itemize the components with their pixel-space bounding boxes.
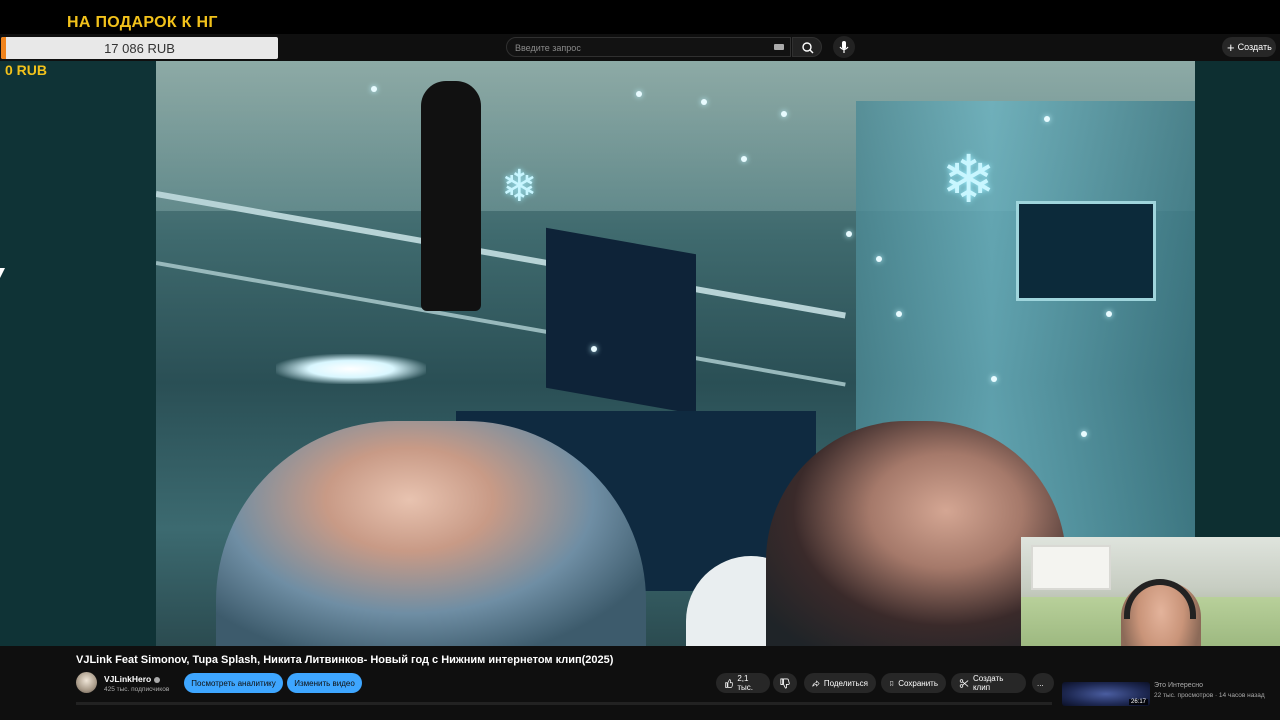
- thumbs-down-icon: [780, 678, 790, 688]
- search-box[interactable]: [506, 37, 791, 57]
- video-scene-person-balcony: [421, 81, 481, 311]
- recommended-video-duration: 26:17: [1128, 699, 1148, 705]
- donation-current-amount: 17 086 RUB: [104, 40, 175, 56]
- snow-particle: [781, 111, 787, 117]
- microphone-icon: [839, 41, 849, 53]
- side-panel-left: [0, 61, 156, 646]
- channel-avatar[interactable]: [76, 672, 97, 693]
- description-box-edge: [76, 702, 1052, 705]
- keyboard-icon[interactable]: [774, 44, 784, 50]
- recommended-video-channel[interactable]: Это Интересно: [1154, 682, 1203, 689]
- side-panel-right: [1195, 61, 1280, 537]
- more-actions-button[interactable]: ...: [1032, 673, 1054, 693]
- snow-particle: [636, 91, 642, 97]
- snow-particle: [876, 256, 882, 262]
- video-scene-window: [1016, 201, 1156, 301]
- snow-particle: [896, 311, 902, 317]
- video-scene-railing-lower: [156, 261, 846, 387]
- share-icon: [812, 679, 820, 687]
- headphones-icon: [1124, 579, 1196, 619]
- donation-goal-title: НА ПОДАРОК К НГ: [67, 14, 218, 31]
- webcam-window: [1031, 545, 1111, 590]
- mouse-cursor-icon: [0, 268, 5, 278]
- scissors-icon: [959, 678, 969, 688]
- verified-icon: [154, 676, 161, 683]
- snowflake-icon: ❄: [941, 142, 997, 216]
- create-button[interactable]: + Создать: [1222, 37, 1276, 57]
- video-scene-light-beam: [276, 354, 426, 384]
- like-button[interactable]: 2,1 тыс.: [716, 673, 770, 693]
- snow-particle: [1081, 431, 1087, 437]
- thumbs-up-icon: [725, 678, 734, 688]
- more-icon: ...: [1037, 678, 1044, 688]
- donation-goal-min: 0 RUB: [5, 62, 48, 78]
- donation-progress-bar: 17 086 RUB: [1, 37, 278, 59]
- snow-particle: [846, 231, 852, 237]
- snowflake-icon: ❄: [501, 162, 538, 211]
- search-input[interactable]: [515, 41, 765, 54]
- video-title: VJLink Feat Simonov, Tupa Splash, Никита…: [76, 654, 614, 666]
- snow-particle: [1106, 311, 1112, 317]
- channel-name[interactable]: VJLinkHero: [104, 674, 151, 684]
- clip-label: Создать клип: [972, 674, 1004, 692]
- channel-name-row[interactable]: VJLinkHero: [104, 674, 161, 684]
- recommended-video-thumbnail[interactable]: 26:17: [1062, 682, 1150, 706]
- snow-particle: [741, 156, 747, 162]
- snow-particle: [1044, 116, 1050, 122]
- save-label: Сохранить: [898, 678, 938, 688]
- edit-video-button[interactable]: Изменить видео: [287, 673, 362, 693]
- save-button[interactable]: Сохранить: [881, 673, 946, 693]
- bookmark-icon: [890, 680, 894, 686]
- dislike-button[interactable]: [773, 673, 797, 693]
- search-button[interactable]: [792, 37, 822, 57]
- video-scene-banner: [546, 227, 696, 415]
- share-label: Поделиться: [823, 678, 868, 688]
- like-count: 2,1 тыс.: [737, 674, 753, 692]
- share-button[interactable]: Поделиться: [804, 673, 876, 693]
- analytics-button[interactable]: Посмотреть аналитику: [184, 673, 283, 693]
- snow-particle: [591, 346, 597, 352]
- search-icon: [802, 42, 814, 54]
- snow-particle: [991, 376, 997, 382]
- subscriber-count: 425 тыс. подписчиков: [104, 686, 170, 693]
- create-clip-button[interactable]: Создать клип: [951, 673, 1026, 693]
- create-label: Создать: [1237, 42, 1272, 52]
- plus-icon: +: [1227, 39, 1235, 55]
- recommended-video-meta: 22 тыс. просмотров · 14 часов назад: [1154, 692, 1265, 699]
- snow-particle: [371, 86, 377, 92]
- snow-particle: [701, 99, 707, 105]
- voice-search-button[interactable]: [833, 36, 855, 58]
